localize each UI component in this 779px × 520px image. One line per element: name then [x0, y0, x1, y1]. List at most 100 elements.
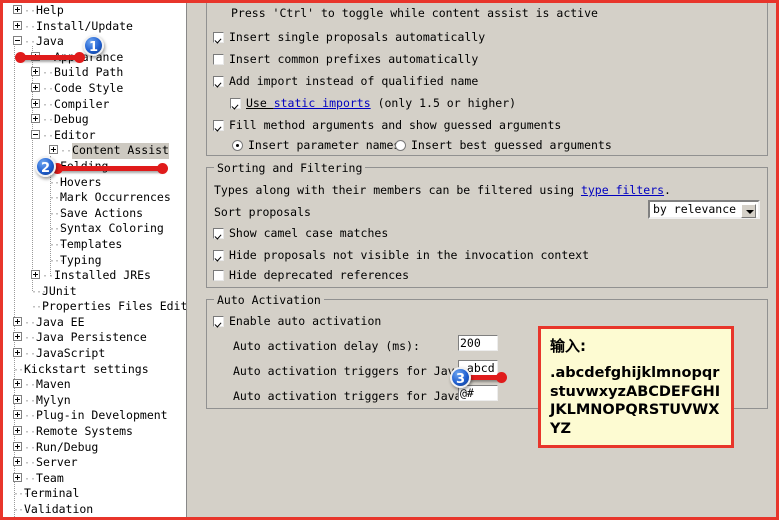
- tree-item-properties-files-edit[interactable]: ···Properties Files Edit: [3, 299, 186, 315]
- tree-item-java-ee[interactable]: ··Java EE: [3, 315, 186, 331]
- type-filters-link[interactable]: type filters: [581, 183, 664, 197]
- show-camel-case-checkbox[interactable]: Show camel case matches: [213, 227, 388, 240]
- tree-item-junit[interactable]: ···JUnit: [3, 284, 186, 300]
- checkbox-label-prefix: Use: [246, 96, 274, 110]
- insert-parameter-names-radio[interactable]: Insert parameter names: [232, 139, 400, 152]
- expand-icon[interactable]: [13, 426, 22, 436]
- tree-item-label: Help: [36, 3, 64, 17]
- insert-best-guessed-radio[interactable]: Insert best guessed arguments: [395, 139, 612, 152]
- tree-connector: ··: [42, 99, 55, 111]
- tree-item-build-path[interactable]: ··Build Path: [3, 65, 186, 81]
- tree-item-editor[interactable]: ··Editor: [3, 128, 186, 144]
- tree-item-java-persistence[interactable]: ··Java Persistence: [3, 330, 186, 346]
- tree-item-label: Editor: [54, 127, 96, 142]
- tree-item-install-update[interactable]: ··Install/Update: [3, 19, 186, 35]
- tree-item-plug-in-development[interactable]: ··Plug-in Development: [3, 408, 186, 424]
- radio-label: Insert best guessed arguments: [411, 138, 612, 152]
- tree-item-label: Run/Debug: [36, 439, 99, 454]
- expand-icon[interactable]: [13, 5, 22, 14]
- expand-icon[interactable]: [31, 98, 40, 108]
- expand-icon[interactable]: [13, 332, 22, 342]
- expand-icon[interactable]: [13, 457, 22, 467]
- insert-single-proposals-checkbox[interactable]: Insert single proposals automatically: [213, 31, 485, 44]
- tree-item-label: Save Actions: [60, 205, 144, 220]
- checkbox-label: Hide proposals not visible in the invoca…: [229, 248, 590, 262]
- expand-icon[interactable]: [13, 379, 22, 389]
- tree-item-kickstart-settings[interactable]: ···Kickstart settings: [3, 362, 186, 378]
- tree-item-debug[interactable]: ··Debug: [3, 112, 186, 128]
- tree-item-label: Content Assist: [72, 143, 169, 159]
- tree-item-save-actions[interactable]: ···Save Actions: [3, 206, 186, 222]
- tree-item-label: Maven: [36, 377, 71, 392]
- expand-icon[interactable]: [49, 145, 58, 155]
- collapse-icon[interactable]: [31, 129, 40, 139]
- tree-item-content-assist[interactable]: ··Content Assist: [3, 143, 186, 159]
- tree-item-label: JUnit: [42, 283, 77, 298]
- collapse-icon[interactable]: [13, 36, 22, 46]
- static-imports-link[interactable]: static imports: [274, 96, 371, 110]
- expand-icon[interactable]: [31, 270, 40, 280]
- tree-item-label: Typing: [60, 252, 102, 267]
- tree-item-label: Terminal: [24, 486, 80, 501]
- expand-icon[interactable]: [31, 82, 40, 92]
- expand-icon[interactable]: [13, 472, 22, 482]
- expand-icon[interactable]: [13, 348, 22, 358]
- preferences-tree[interactable]: ··Help··Install/Update··Java··Appearance…: [3, 3, 186, 517]
- auto-activation-delay-label: Auto activation delay (ms):: [233, 339, 420, 353]
- tree-connector: ··: [60, 146, 73, 158]
- tree-item-team[interactable]: ··Team: [3, 471, 186, 487]
- expand-icon[interactable]: [13, 394, 22, 404]
- annotation-badge-2: 2: [35, 156, 56, 177]
- checkbox-icon: [213, 76, 224, 87]
- checkbox-label: Add import instead of qualified name: [229, 74, 479, 88]
- use-static-imports-checkbox[interactable]: Use static imports (only 1.5 or higher): [230, 97, 516, 110]
- annotation-line-2: [52, 163, 168, 174]
- enable-auto-activation-checkbox[interactable]: Enable auto activation: [213, 315, 381, 328]
- tree-item-code-style[interactable]: ··Code Style: [3, 81, 186, 97]
- tree-leaf-icon: ···: [49, 255, 65, 267]
- panel-divider[interactable]: [186, 3, 190, 517]
- expand-icon[interactable]: [13, 441, 22, 451]
- tree-connector: ··: [42, 68, 55, 80]
- add-import-checkbox[interactable]: Add import instead of qualified name: [213, 75, 478, 88]
- chevron-down-icon[interactable]: [741, 204, 756, 218]
- tree-item-label: Build Path: [54, 65, 124, 80]
- callout-title: 输入:: [550, 337, 586, 355]
- tree-connector: ··: [42, 271, 55, 283]
- fill-method-arguments-checkbox[interactable]: Fill method arguments and show guessed a…: [213, 119, 561, 132]
- expand-icon[interactable]: [13, 410, 22, 420]
- expand-icon[interactable]: [31, 67, 40, 77]
- tree-item-label: Debug: [54, 112, 89, 127]
- tree-item-syntax-coloring[interactable]: ···Syntax Coloring: [3, 221, 186, 237]
- auto-activation-delay-input[interactable]: 200: [458, 335, 498, 351]
- tree-item-label: Hovers: [60, 174, 102, 189]
- tree-item-help[interactable]: ··Help: [3, 3, 186, 19]
- expand-icon[interactable]: [13, 20, 22, 30]
- expand-icon[interactable]: [31, 114, 40, 124]
- tree-leaf-icon: ···: [13, 364, 29, 376]
- tree-connector: ··: [42, 130, 55, 142]
- tree-item-run-debug[interactable]: ··Run/Debug: [3, 440, 186, 456]
- tree-item-remote-systems[interactable]: ··Remote Systems: [3, 424, 186, 440]
- tree-item-validation[interactable]: ···Validation: [3, 502, 186, 517]
- tree-item-typing[interactable]: ···Typing: [3, 253, 186, 269]
- checkbox-icon: [213, 120, 224, 131]
- preferences-dialog: ··Help··Install/Update··Java··Appearance…: [0, 0, 779, 520]
- tree-item-server[interactable]: ··Server: [3, 455, 186, 471]
- tree-item-mark-occurrences[interactable]: ···Mark Occurrences: [3, 190, 186, 206]
- expand-icon[interactable]: [13, 316, 22, 326]
- hide-deprecated-checkbox[interactable]: Hide deprecated references: [213, 269, 409, 282]
- description-prefix: Types along with their members can be fi…: [214, 183, 581, 197]
- tree-item-terminal[interactable]: ···Terminal: [3, 486, 186, 502]
- tree-item-compiler[interactable]: ··Compiler: [3, 97, 186, 113]
- sort-proposals-select[interactable]: by relevance: [648, 200, 760, 219]
- tree-item-javascript[interactable]: ··JavaScript: [3, 346, 186, 362]
- tree-leaf-icon: ···: [49, 208, 65, 220]
- tree-item-installed-jres[interactable]: ··Installed JREs: [3, 268, 186, 284]
- hide-not-visible-checkbox[interactable]: Hide proposals not visible in the invoca…: [213, 249, 589, 262]
- tree-item-hovers[interactable]: ···Hovers: [3, 175, 186, 191]
- tree-item-templates[interactable]: ···Templates: [3, 237, 186, 253]
- insert-common-prefixes-checkbox[interactable]: Insert common prefixes automatically: [213, 53, 478, 66]
- tree-item-mylyn[interactable]: ··Mylyn: [3, 393, 186, 409]
- tree-item-maven[interactable]: ··Maven: [3, 377, 186, 393]
